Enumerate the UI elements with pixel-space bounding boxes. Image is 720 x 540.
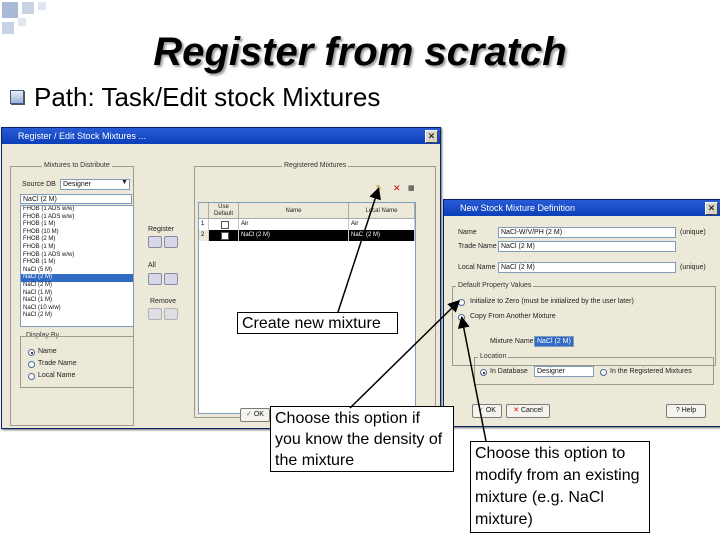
arrow-density — [349, 299, 461, 409]
arrow-existing — [457, 316, 487, 442]
arrow-create-new — [337, 187, 381, 313]
callout-arrows — [337, 187, 487, 442]
